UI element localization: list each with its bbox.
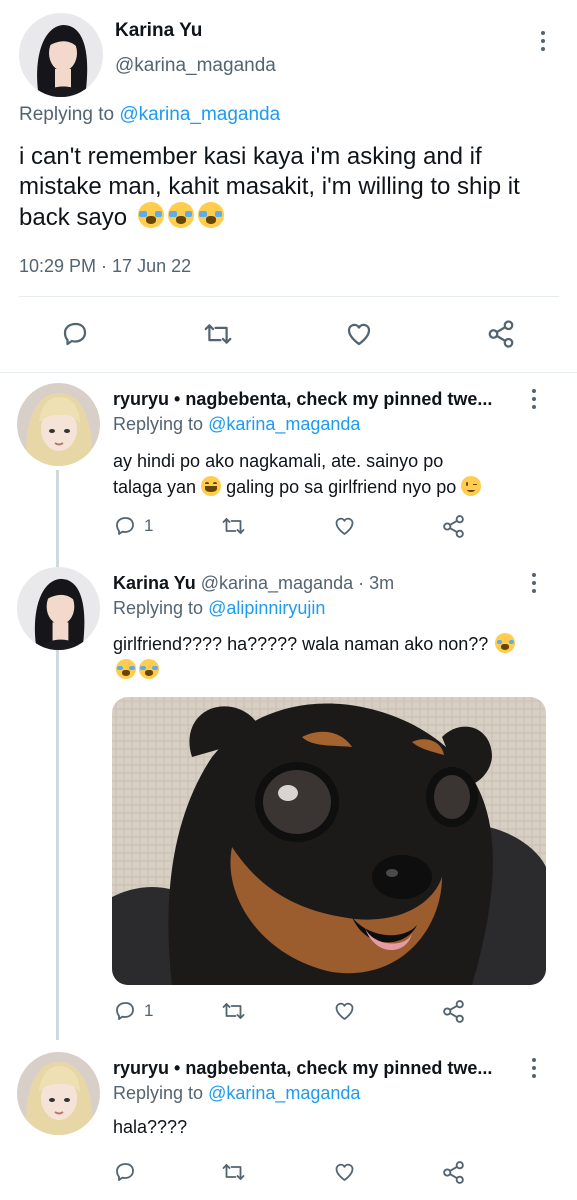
like-icon[interactable]	[344, 319, 374, 349]
reply-icon[interactable]	[113, 514, 137, 538]
main-timestamp[interactable]: 10:29 PM · 17 Jun 22	[19, 256, 191, 277]
replying-handle-link[interactable]: @alipinniryujin	[208, 598, 325, 618]
replying-prefix: Replying to	[113, 1083, 204, 1103]
laughing-emoji	[201, 476, 222, 496]
retweet-icon[interactable]	[220, 999, 247, 1023]
crying-face-emoji	[116, 659, 136, 679]
avatar-ryuryu[interactable]	[17, 1052, 100, 1135]
reply-text-segment: galing po sa girlfriend nyo po	[226, 477, 457, 497]
main-tweet-text: i can't remember kasi kaya i'm asking an…	[19, 142, 564, 233]
retweet-icon[interactable]	[220, 514, 247, 538]
more-options-icon[interactable]	[540, 31, 546, 51]
avatar-ryuryu[interactable]	[17, 383, 100, 466]
reply-handle[interactable]: @karina_maganda	[201, 573, 353, 593]
thread-line	[56, 470, 59, 1040]
share-icon[interactable]	[441, 999, 466, 1024]
share-icon[interactable]	[441, 1160, 466, 1185]
reply-text-segment: talaga yan	[113, 477, 197, 497]
replying-prefix: Replying to	[113, 414, 204, 434]
retweet-icon[interactable]	[202, 319, 234, 349]
share-icon[interactable]	[486, 319, 516, 349]
reply-replying-to: Replying to @alipinniryujin	[113, 598, 325, 619]
reply-icon[interactable]	[113, 1160, 137, 1184]
crying-face-emoji	[137, 202, 164, 228]
divider	[0, 372, 577, 373]
crying-face-emoji	[495, 633, 516, 653]
reply-display-name[interactable]: Karina Yu	[113, 573, 196, 593]
main-display-name[interactable]: Karina Yu	[115, 20, 202, 42]
reply-text-line: ay hindi po ako nagkamali, ate. sainyo p…	[113, 451, 444, 471]
avatar-karina[interactable]	[17, 567, 100, 650]
reply-text: hala????	[113, 1117, 188, 1137]
tweet-media-image[interactable]	[112, 697, 546, 985]
winking-face-emoji	[461, 476, 482, 496]
divider	[19, 296, 559, 297]
reply-text: girlfriend???? ha????? wala naman ako no…	[113, 631, 533, 683]
reply-replying-to: Replying to @karina_maganda	[113, 414, 360, 435]
replying-handle-link[interactable]: @karina_maganda	[208, 1083, 360, 1103]
reply-text-body: girlfriend???? ha????? wala naman ako no…	[113, 634, 489, 654]
reply-display-name[interactable]: ryuryu • nagbebenta, check my pinned twe…	[113, 389, 518, 410]
reply-text-line: talaga yan galing po sa girlfriend nyo p…	[113, 474, 563, 500]
reply-text: ay hindi po ako nagkamali, ate. sainyo p…	[113, 448, 563, 500]
main-tweet-text-body: i can't remember kasi kaya i'm asking an…	[19, 143, 520, 231]
more-options-icon[interactable]	[531, 389, 537, 409]
retweet-icon[interactable]	[220, 1160, 247, 1184]
reply-display-name[interactable]: ryuryu • nagbebenta, check my pinned twe…	[113, 1058, 518, 1079]
reply-icon[interactable]	[60, 319, 90, 349]
reply-icon[interactable]	[113, 999, 137, 1023]
reply-replying-to: Replying to @karina_maganda	[113, 1083, 360, 1104]
like-icon[interactable]	[332, 1160, 357, 1184]
share-icon[interactable]	[441, 514, 466, 539]
replying-prefix: Replying to	[113, 598, 204, 618]
avatar-karina[interactable]	[19, 13, 103, 97]
main-handle[interactable]: @karina_maganda	[115, 55, 276, 77]
reply-time[interactable]: · 3m	[358, 573, 394, 593]
more-options-icon[interactable]	[531, 573, 537, 593]
replying-handle-link[interactable]: @karina_maganda	[119, 104, 280, 125]
crying-face-emoji	[139, 659, 159, 679]
reply-count: 1	[144, 516, 154, 535]
replying-handle-link[interactable]: @karina_maganda	[208, 414, 360, 434]
like-icon[interactable]	[332, 999, 357, 1023]
replying-prefix: Replying to	[19, 104, 115, 125]
more-options-icon[interactable]	[531, 1058, 537, 1078]
like-icon[interactable]	[332, 514, 357, 538]
reply-count: 1	[144, 1001, 154, 1020]
reply-header: Karina Yu @karina_maganda · 3m	[113, 573, 394, 594]
crying-face-emoji	[197, 202, 224, 228]
main-replying-to: Replying to @karina_maganda	[19, 104, 280, 126]
crying-face-emoji	[167, 202, 194, 228]
